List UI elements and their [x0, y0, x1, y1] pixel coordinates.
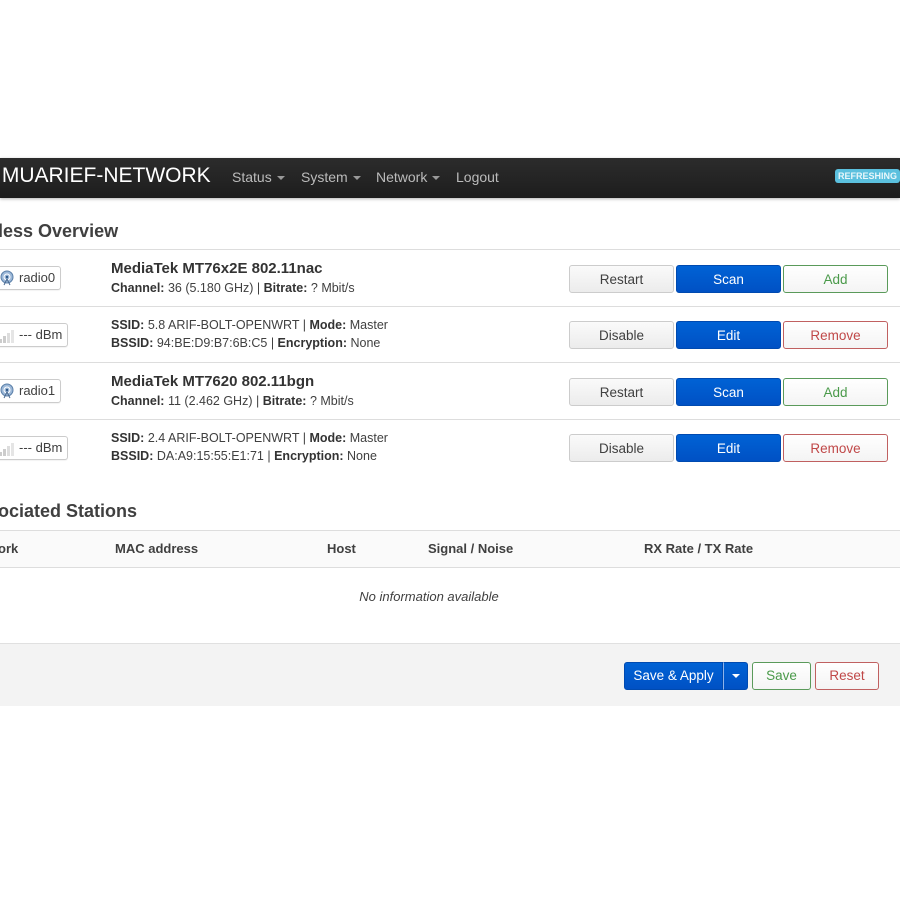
radio-device-row: radio0 MediaTek MT76x2E 802.11nac Channe… — [0, 250, 900, 306]
nav-menu-status[interactable]: Status — [232, 169, 285, 185]
edit-button[interactable]: Edit — [676, 321, 781, 349]
restart-button[interactable]: Restart — [569, 265, 674, 293]
chip-label: radio1 — [19, 383, 56, 398]
chip-label: --- dBm — [19, 327, 63, 342]
nav-menu-network[interactable]: Network — [376, 169, 441, 185]
restart-button[interactable]: Restart — [569, 378, 674, 406]
scan-button[interactable]: Scan — [676, 265, 781, 293]
save-apply-button[interactable]: Save & Apply — [624, 662, 723, 690]
associated-stations-heading: ociated Stations — [0, 501, 138, 521]
nav-menu-logout[interactable]: Logout — [456, 169, 499, 185]
scan-button[interactable]: Scan — [676, 378, 781, 406]
column-header-mac: MAC address — [115, 541, 199, 556]
column-header-host: Host — [327, 541, 356, 556]
wireless-overview-heading: less Overview — [0, 221, 119, 241]
remove-button[interactable]: Remove — [783, 321, 888, 349]
form-actions: Save & Apply Save Reset — [0, 643, 900, 706]
encryption-value: None — [347, 449, 377, 463]
nav-menu-label: System — [301, 169, 348, 185]
bitrate-value: ? Mbit/s — [310, 281, 355, 295]
bitrate-label: Bitrate: — [262, 394, 307, 408]
channel-value: 11 (2.462 GHz) — [167, 394, 253, 408]
chip-label: radio0 — [19, 270, 56, 285]
add-button[interactable]: Add — [783, 378, 888, 406]
network-info-line2: BSSID: DA:A9:15:55:E1:71 | Encryption: N… — [111, 449, 377, 463]
ssid-label: SSID: — [111, 318, 145, 332]
radio-device-row: radio1 MediaTek MT7620 802.11bgn Channel… — [0, 363, 900, 419]
ssid-value: 5.8 ARIF-BOLT-OPENWRT — [147, 318, 300, 332]
save-button[interactable]: Save — [752, 662, 811, 690]
mode-value: Master — [349, 431, 388, 445]
radio-chip[interactable]: radio1 — [0, 379, 62, 403]
channel-value: 36 (5.180 GHz) — [167, 281, 254, 295]
caret-down-icon — [432, 176, 441, 181]
disable-button[interactable]: Disable — [569, 434, 674, 462]
encryption-label: Encryption: — [274, 449, 344, 463]
caret-down-icon — [352, 176, 361, 181]
column-header-network: ork — [0, 541, 19, 556]
ssid-label: SSID: — [111, 431, 145, 445]
reset-button[interactable]: Reset — [815, 662, 879, 690]
encryption-value: None — [350, 336, 381, 350]
device-title: MediaTek MT7620 802.11bgn — [111, 373, 315, 390]
mode-label: Mode: — [309, 431, 347, 445]
bssid-label: BSSID: — [111, 336, 154, 350]
nav-menu-label: Network — [376, 169, 428, 185]
channel-label: Channel: — [111, 281, 165, 295]
device-info: Channel: 11 (2.462 GHz) | Bitrate: ? Mbi… — [111, 394, 354, 408]
wifi-radio-icon — [0, 270, 14, 286]
stations-table-header: ork MAC address Host Signal / Noise RX R… — [0, 530, 900, 568]
signal-chip[interactable]: --- dBm — [0, 323, 69, 347]
bitrate-value: ? Mbit/s — [309, 394, 354, 408]
mode-value: Master — [349, 318, 388, 332]
network-info-line1: SSID: 2.4 ARIF-BOLT-OPENWRT | Mode: Mast… — [111, 431, 388, 445]
nav-menu-system[interactable]: System — [301, 169, 361, 185]
mode-label: Mode: — [309, 318, 347, 332]
refreshing-badge[interactable]: REFRESHING — [834, 169, 900, 183]
network-row: --- dBm SSID: 5.8 ARIF-BOLT-OPENWRT | Mo… — [0, 307, 900, 363]
bssid-value: 94:BE:D9:B7:6B:C5 — [156, 336, 268, 350]
caret-down-icon — [731, 674, 740, 679]
bitrate-label: Bitrate: — [263, 281, 308, 295]
column-header-rate: RX Rate / TX Rate — [644, 541, 754, 556]
add-button[interactable]: Add — [783, 265, 888, 293]
signal-bars-icon — [0, 443, 14, 456]
save-apply-dropdown-toggle[interactable] — [723, 662, 748, 690]
disable-button[interactable]: Disable — [569, 321, 674, 349]
radio-chip[interactable]: radio0 — [0, 266, 62, 290]
encryption-label: Encryption: — [277, 336, 347, 350]
bssid-label: BSSID: — [111, 449, 154, 463]
signal-chip[interactable]: --- dBm — [0, 436, 69, 460]
network-info-line1: SSID: 5.8 ARIF-BOLT-OPENWRT | Mode: Mast… — [111, 318, 388, 332]
column-header-signal: Signal / Noise — [428, 541, 514, 556]
brand-title[interactable]: IMUARIEF-NETWORK — [0, 164, 211, 188]
device-info: Channel: 36 (5.180 GHz) | Bitrate: ? Mbi… — [111, 281, 355, 295]
chip-label: --- dBm — [19, 440, 63, 455]
remove-button[interactable]: Remove — [783, 434, 888, 462]
ssid-value: 2.4 ARIF-BOLT-OPENWRT — [147, 431, 300, 445]
network-info-line2: BSSID: 94:BE:D9:B7:6B:C5 | Encryption: N… — [111, 336, 381, 350]
nav-menu-label: Status — [232, 169, 272, 185]
top-navbar: IMUARIEF-NETWORK Status System Network L… — [0, 158, 900, 198]
empty-table-message: No information available — [359, 589, 499, 604]
network-row: --- dBm SSID: 2.4 ARIF-BOLT-OPENWRT | Mo… — [0, 420, 900, 476]
wifi-radio-icon — [0, 383, 14, 399]
nav-menu-label: Logout — [456, 169, 499, 185]
edit-button[interactable]: Edit — [676, 434, 781, 462]
channel-label: Channel: — [111, 394, 165, 408]
device-title: MediaTek MT76x2E 802.11nac — [111, 260, 323, 277]
signal-bars-icon — [0, 330, 14, 343]
caret-down-icon — [276, 176, 285, 181]
bssid-value: DA:A9:15:55:E1:71 — [156, 449, 264, 463]
